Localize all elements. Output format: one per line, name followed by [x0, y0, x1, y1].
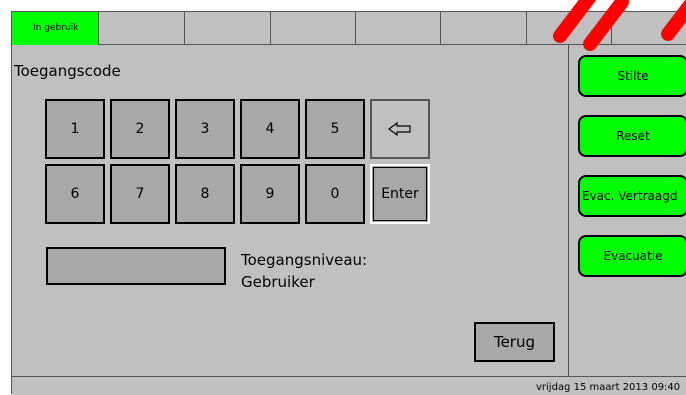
access-level: Toegangsniveau: Gebruiker — [241, 249, 367, 293]
tab-empty[interactable] — [99, 12, 185, 45]
sidebar-divider — [568, 45, 569, 376]
tab-empty[interactable] — [527, 12, 612, 45]
key-6[interactable]: 6 — [45, 164, 105, 224]
evac-delayed-button[interactable]: Evac. Vertraagd — [578, 175, 686, 217]
tab-empty[interactable] — [356, 12, 441, 45]
evacuation-button[interactable]: Evacuatie — [578, 235, 686, 277]
tab-empty[interactable] — [441, 12, 527, 45]
access-code-field[interactable] — [46, 247, 226, 285]
app-window: In gebruik Toegangscode 1 2 3 4 5 6 7 8 … — [11, 11, 686, 395]
status-bar: vrijdag 15 maart 2013 09:40 — [12, 376, 686, 395]
key-7[interactable]: 7 — [110, 164, 170, 224]
tab-bar: In gebruik — [12, 12, 686, 45]
key-4[interactable]: 4 — [240, 99, 300, 159]
tab-empty[interactable] — [271, 12, 356, 45]
key-5[interactable]: 5 — [305, 99, 365, 159]
tab-in-gebruik[interactable]: In gebruik — [12, 12, 99, 45]
key-2[interactable]: 2 — [110, 99, 170, 159]
reset-button[interactable]: Reset — [578, 115, 686, 157]
backspace-button[interactable] — [370, 99, 430, 159]
status-datetime: vrijdag 15 maart 2013 09:40 — [536, 382, 681, 393]
key-3[interactable]: 3 — [175, 99, 235, 159]
access-level-value: Gebruiker — [241, 273, 315, 291]
key-9[interactable]: 9 — [240, 164, 300, 224]
silence-button[interactable]: Stilte — [578, 55, 686, 97]
key-8[interactable]: 8 — [175, 164, 235, 224]
enter-button[interactable]: Enter — [370, 164, 430, 224]
page-title: Toegangscode — [14, 62, 121, 80]
back-button[interactable]: Terug — [474, 322, 555, 362]
access-level-label: Toegangsniveau: — [241, 251, 368, 269]
tab-empty[interactable] — [185, 12, 271, 45]
tab-empty[interactable] — [612, 12, 686, 45]
key-0[interactable]: 0 — [305, 164, 365, 224]
key-1[interactable]: 1 — [45, 99, 105, 159]
arrow-left-outline-icon — [388, 122, 411, 136]
